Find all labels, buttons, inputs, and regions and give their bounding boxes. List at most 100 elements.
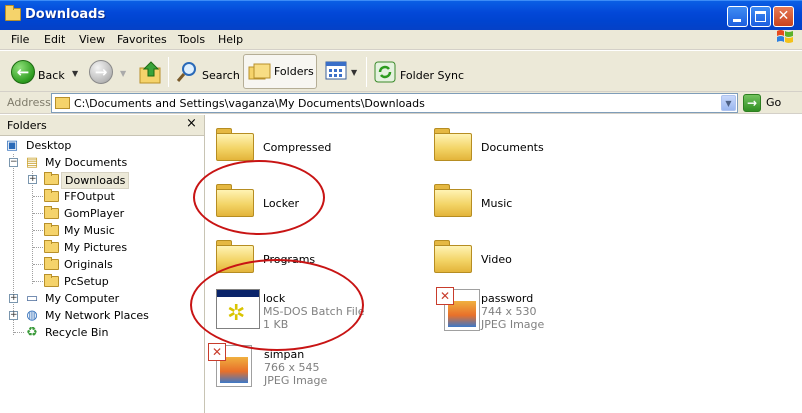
folder-icon <box>55 97 70 109</box>
tree-line <box>13 154 14 335</box>
annotation-circle-locker <box>193 160 325 235</box>
folders-pane-title: Folders <box>7 119 47 132</box>
file-item-video[interactable]: Video <box>428 232 638 284</box>
item-name: Documents <box>481 141 544 154</box>
close-button[interactable]: ✕ <box>773 6 794 27</box>
folder-icon <box>5 5 21 21</box>
folder-sync-icon <box>374 61 396 83</box>
folder-icon <box>44 189 59 202</box>
file-item-documents[interactable]: Documents <box>428 120 638 172</box>
folder-icon <box>44 257 59 270</box>
address-label: Address <box>7 96 51 109</box>
folder-icon <box>44 274 59 287</box>
tree-label: GomPlayer <box>64 207 125 220</box>
folder-icon <box>434 240 472 273</box>
window-title: Downloads <box>25 7 106 22</box>
tree-label: My Pictures <box>64 241 128 254</box>
address-field[interactable]: C:\Documents and Settings\vaganza\My Doc… <box>51 93 738 113</box>
folder-icon <box>44 172 59 185</box>
minimize-icon <box>733 19 741 22</box>
pictures-folder-icon <box>44 240 59 253</box>
item-name: Music <box>481 197 513 210</box>
menu-help[interactable]: Help <box>218 33 243 46</box>
file-item-music[interactable]: Music <box>428 176 638 228</box>
item-type: JPEG Image <box>264 374 328 387</box>
back-label: Back <box>38 69 65 82</box>
tree-label: PcSetup <box>64 275 109 288</box>
tree-label: Originals <box>64 258 113 271</box>
folders-label: Folders <box>274 65 314 78</box>
views-dropdown-icon[interactable]: ▼ <box>351 68 357 77</box>
menu-edit[interactable]: Edit <box>44 33 65 46</box>
maximize-button[interactable] <box>750 6 771 27</box>
close-icon: ✕ <box>777 8 790 24</box>
tree-label: My Documents <box>45 156 128 169</box>
folder-sync-button[interactable]: Folder Sync <box>371 56 466 88</box>
tree-line <box>33 281 43 282</box>
views-icon <box>325 61 347 80</box>
windows-logo-icon <box>777 30 793 43</box>
expand-icon[interactable]: + <box>9 311 18 320</box>
collapse-icon[interactable]: − <box>9 158 18 167</box>
title-bar[interactable]: Downloads ✕ <box>0 0 802 30</box>
menu-view[interactable]: View <box>79 33 105 46</box>
menu-tools[interactable]: Tools <box>178 33 205 46</box>
close-pane-icon[interactable]: × <box>186 116 197 131</box>
minimize-button[interactable] <box>727 6 748 27</box>
search-icon <box>176 62 196 82</box>
folder-icon <box>216 128 254 161</box>
folders-pane: Folders × ▣ Desktop − ▤ My Documents + D… <box>0 115 205 413</box>
tree-line <box>33 213 43 214</box>
annotation-circle-lock <box>190 259 364 351</box>
menu-file[interactable]: File <box>11 33 29 46</box>
views-button[interactable]: ▼ <box>322 55 364 88</box>
maximize-icon <box>755 11 766 22</box>
forward-arrow-icon: → <box>89 60 113 84</box>
tree-label: My Network Places <box>45 309 149 322</box>
file-item-password[interactable]: ✕ password 744 x 530 JPEG Image <box>428 285 638 337</box>
toolbar: ← Back ▼ → ▼ Search Folders ▼ Folder Syn… <box>0 51 802 92</box>
search-button[interactable]: Search <box>173 56 240 88</box>
address-bar: Address C:\Documents and Settings\vaganz… <box>0 92 802 114</box>
forward-button[interactable]: → ▼ <box>87 56 132 88</box>
expand-icon[interactable]: + <box>9 294 18 303</box>
tree-label: Downloads <box>61 172 130 189</box>
forward-dropdown-icon[interactable]: ▼ <box>120 69 126 78</box>
folder-sync-label: Folder Sync <box>400 69 465 82</box>
folder-icon <box>434 184 472 217</box>
computer-icon: ▭ <box>25 291 39 306</box>
file-list: Compressed Documents Locker Music Progra… <box>190 115 802 413</box>
folders-pane-header: Folders × <box>0 115 204 136</box>
tree-label: Desktop <box>26 139 72 152</box>
up-folder-button[interactable] <box>137 56 165 88</box>
toolbar-separator <box>366 57 367 87</box>
tree-line <box>33 264 43 265</box>
tree-label: FFOutput <box>64 190 115 203</box>
music-folder-icon <box>44 223 59 236</box>
menu-favorites[interactable]: Favorites <box>117 33 167 46</box>
go-button[interactable]: Go <box>766 96 781 109</box>
recycle-bin-icon: ♻ <box>26 325 38 340</box>
item-dimensions: 766 x 545 <box>264 361 320 374</box>
search-label: Search <box>202 69 240 82</box>
tree-label: My Computer <box>45 292 120 305</box>
expand-icon[interactable]: + <box>28 175 37 184</box>
back-button[interactable]: ← Back ▼ <box>8 56 83 88</box>
item-type: JPEG Image <box>481 318 545 331</box>
tree-label: Recycle Bin <box>45 326 109 339</box>
file-item-simpan[interactable]: ✕ simpan 766 x 545 JPEG Image <box>200 341 410 393</box>
go-arrow-icon[interactable]: → <box>743 94 761 112</box>
item-dimensions: 744 x 530 <box>481 305 537 318</box>
address-dropdown-icon[interactable]: ▼ <box>721 95 736 111</box>
address-path: C:\Documents and Settings\vaganza\My Doc… <box>74 97 425 110</box>
item-name: Video <box>481 253 512 266</box>
folder-icon <box>434 128 472 161</box>
toolbar-separator <box>168 57 169 87</box>
back-dropdown-icon[interactable]: ▼ <box>72 69 78 78</box>
folders-icon <box>248 63 271 80</box>
menu-bar: File Edit View Favorites Tools Help <box>0 30 802 50</box>
jpeg-image-icon: ✕ <box>436 287 482 333</box>
tree-line <box>32 171 33 284</box>
folders-button[interactable]: Folders <box>243 54 317 89</box>
explorer-window: Downloads ✕ File Edit View Favorites Too… <box>0 0 802 413</box>
